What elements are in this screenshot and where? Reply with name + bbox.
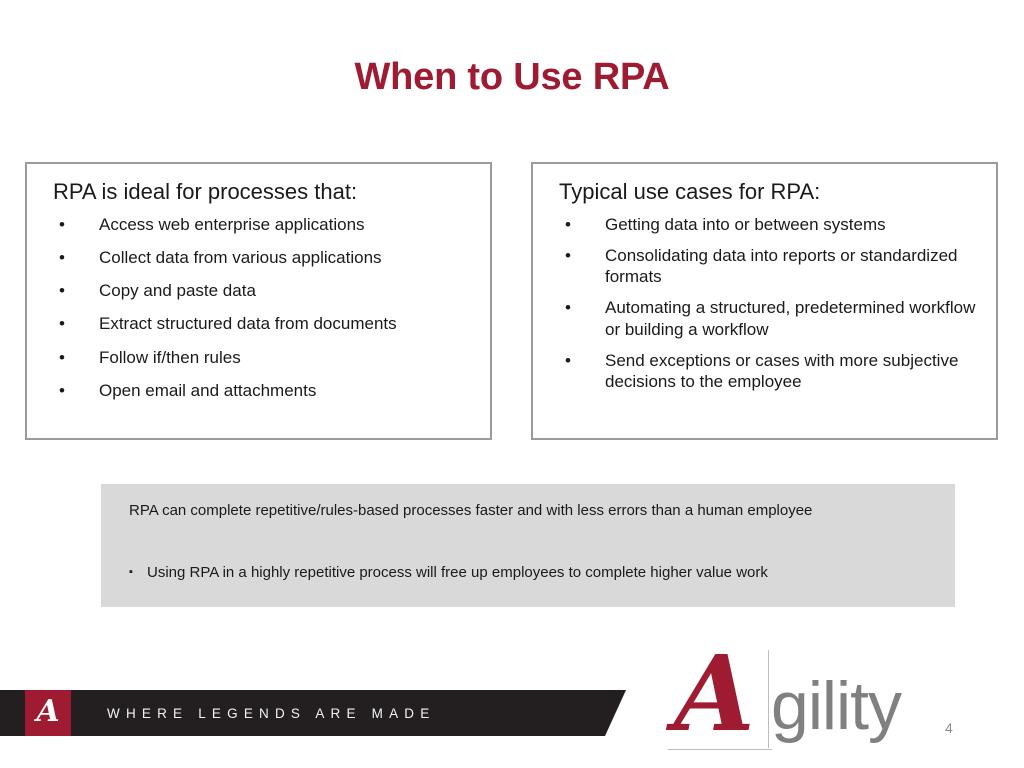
list-item: • Send exceptions or cases with more sub… — [547, 350, 982, 393]
right-box-bullet-list: • Getting data into or between systems •… — [547, 214, 982, 393]
script-a-glyph: A — [36, 694, 60, 729]
bullet-icon: • — [59, 347, 65, 367]
bullet-icon: • — [565, 214, 571, 234]
list-item-label: Send exceptions or cases with more subje… — [605, 350, 959, 391]
bullet-icon: • — [565, 245, 571, 265]
callout-box: RPA can complete repetitive/rules-based … — [101, 484, 955, 607]
agility-logo: A gility — [668, 642, 902, 752]
list-item-label: Consolidating data into reports or stand… — [605, 245, 958, 286]
agility-script-a-glyph: A — [674, 632, 755, 755]
bullet-icon: • — [59, 380, 65, 400]
list-item-label: Follow if/then rules — [99, 347, 241, 367]
page-number: 4 — [945, 720, 953, 736]
list-item: • Access web enterprise applications — [41, 214, 476, 235]
list-item: • Collect data from various applications — [41, 247, 476, 268]
callout-bullet-item: ▪ Using RPA in a highly repetitive proce… — [129, 562, 933, 584]
right-content-box: Typical use cases for RPA: • Getting dat… — [531, 162, 998, 440]
logo-divider-line — [768, 650, 769, 748]
list-item-label: Access web enterprise applications — [99, 214, 365, 234]
callout-bullet-label: Using RPA in a highly repetitive process… — [147, 563, 768, 581]
alabama-logo-icon: A — [25, 690, 71, 736]
bullet-icon: • — [565, 350, 571, 370]
list-item: • Automating a structured, predetermined… — [547, 297, 982, 340]
bullet-icon: • — [59, 314, 65, 334]
list-item-label: Copy and paste data — [99, 281, 256, 300]
agility-wordmark-text: gility — [771, 668, 902, 744]
list-item-label: Getting data into or between systems — [605, 214, 886, 234]
list-item: • Open email and attachments — [41, 380, 476, 401]
footer-tagline: WHERE LEGENDS ARE MADE — [107, 705, 436, 721]
bullet-icon: • — [59, 214, 65, 234]
left-box-bullet-list: • Access web enterprise applications • C… — [41, 214, 476, 402]
bullet-icon: • — [565, 298, 571, 318]
list-item: • Extract structured data from documents — [41, 313, 476, 334]
right-box-heading: Typical use cases for RPA: — [559, 179, 821, 204]
page-title: When to Use RPA — [354, 56, 670, 98]
list-item-label: Automating a structured, predetermined w… — [605, 298, 976, 339]
left-content-box: RPA is ideal for processes that: • Acces… — [25, 162, 492, 440]
left-box-heading: RPA is ideal for processes that: — [53, 179, 358, 204]
bullet-icon: • — [59, 281, 65, 300]
square-bullet-icon: ▪ — [129, 565, 133, 578]
list-item-label: Open email and attachments — [99, 380, 317, 400]
list-item: • Copy and paste data — [41, 280, 476, 301]
list-item: • Consolidating data into reports or sta… — [547, 245, 982, 288]
bullet-icon: • — [59, 247, 65, 267]
list-item: • Getting data into or between systems — [547, 214, 982, 235]
callout-paragraph: RPA can complete repetitive/rules-based … — [129, 502, 813, 519]
list-item-label: Collect data from various applications — [99, 247, 382, 267]
list-item: • Follow if/then rules — [41, 347, 476, 368]
list-item-label: Extract structured data from documents — [99, 314, 397, 334]
